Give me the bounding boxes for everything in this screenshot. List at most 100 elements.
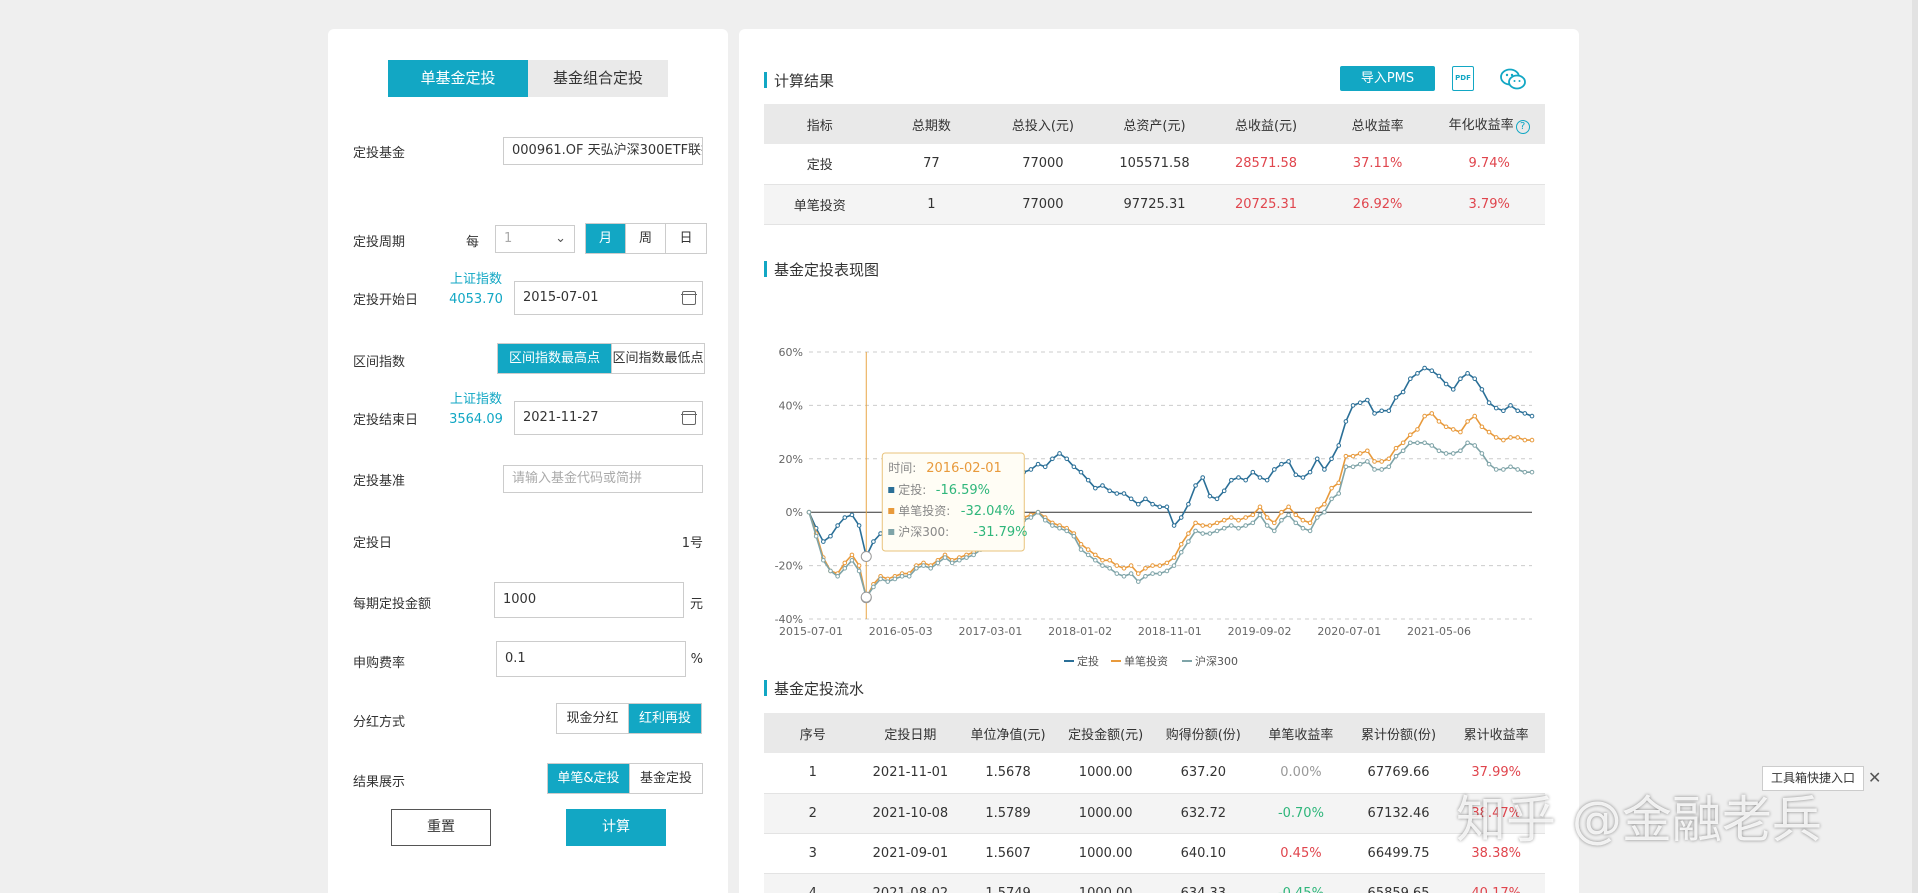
flow-cell: 1000.00 bbox=[1078, 765, 1133, 781]
data-point bbox=[1393, 445, 1399, 451]
data-point bbox=[1314, 507, 1320, 512]
dca-only-button[interactable]: 基金定投 bbox=[630, 764, 702, 793]
table-row: 3 2021-09-01 1.5607 1000.00 640.10 0.45% 66499… bbox=[764, 833, 1545, 873]
reinvest-dividend-button[interactable]: 红利再投 bbox=[629, 704, 701, 733]
wechat-icon[interactable] bbox=[1499, 67, 1527, 91]
data-point bbox=[942, 555, 948, 560]
data-point bbox=[1042, 517, 1048, 523]
invest-day-value[interactable]: 1号 bbox=[682, 532, 703, 551]
toolbox-shortcut[interactable]: 工具箱快捷入口 bbox=[1762, 766, 1864, 791]
data-point bbox=[1436, 419, 1442, 424]
data-point bbox=[871, 539, 876, 544]
pdf-icon[interactable]: PDF bbox=[1452, 66, 1474, 91]
flow-cell: 67769.66 bbox=[1367, 765, 1430, 781]
start-date-input[interactable]: 2015-07-01 bbox=[514, 281, 703, 315]
data-point bbox=[1415, 371, 1420, 376]
data-point bbox=[1264, 515, 1270, 520]
help-icon[interactable]: ? bbox=[1515, 120, 1530, 134]
flow-header-cell: 单笔收益率 bbox=[1252, 713, 1350, 753]
cash-dividend-button[interactable]: 现金分红 bbox=[557, 704, 629, 733]
benchmark-input[interactable]: 请输入基金代码或简拼 bbox=[503, 465, 703, 493]
data-point bbox=[1400, 448, 1406, 454]
data-point bbox=[892, 576, 898, 582]
data-point bbox=[1307, 469, 1313, 475]
flow-cell: 1.5789 bbox=[959, 793, 1057, 833]
data-point bbox=[1486, 400, 1492, 406]
data-point bbox=[1121, 573, 1127, 579]
tooltip-swatch bbox=[888, 529, 895, 535]
tooltip-series-name: 定投: bbox=[898, 482, 926, 497]
data-point bbox=[1257, 504, 1263, 510]
data-point bbox=[1357, 461, 1363, 467]
tab-fund-portfolio[interactable]: 基金组合定投 bbox=[528, 60, 668, 97]
data-point bbox=[1085, 477, 1091, 483]
range-high-button[interactable]: 区间指数最高点 bbox=[498, 344, 612, 373]
start-date-value: 2015-07-01 bbox=[523, 290, 599, 305]
close-icon[interactable]: ✕ bbox=[1868, 768, 1881, 787]
calendar-icon[interactable] bbox=[681, 411, 697, 425]
period-month-button[interactable]: 月 bbox=[586, 224, 626, 253]
data-point bbox=[1064, 528, 1070, 534]
flow-header-cell: 累计收益率 bbox=[1447, 713, 1545, 753]
data-point bbox=[1350, 403, 1356, 408]
data-point bbox=[906, 573, 912, 579]
flow-cell: 3 bbox=[808, 845, 817, 861]
reset-button[interactable]: 重置 bbox=[391, 809, 491, 846]
fee-input[interactable]: 0.1 bbox=[496, 641, 686, 677]
period-day-button[interactable]: 日 bbox=[666, 224, 706, 253]
fund-input[interactable]: 000961.OF 天弘沪深300ETF联接A bbox=[503, 137, 703, 165]
end-date-row: 定投结束日 上证指数 3564.09 2021-11-27 bbox=[353, 390, 703, 438]
data-point bbox=[1057, 525, 1062, 531]
data-point bbox=[1035, 509, 1041, 515]
flow-cell: 1000.00 bbox=[1078, 845, 1133, 861]
flow-header-cell: 定投金额(元) bbox=[1056, 713, 1155, 753]
result-header-cell: 总收益(元) bbox=[1210, 104, 1322, 144]
table-row: 1 2021-11-01 1.5678 1000.00 637.20 0.00% 67769… bbox=[764, 753, 1545, 793]
data-point bbox=[964, 555, 969, 560]
end-date-input[interactable]: 2021-11-27 bbox=[514, 401, 703, 435]
benchmark-label: 定投基准 bbox=[353, 474, 406, 489]
result-header-cell: 指标 bbox=[764, 104, 876, 144]
invest-day-label: 定投日 bbox=[353, 536, 393, 551]
calculator-form-panel: 单基金定投 基金组合定投 定投基金 000961.OF 天弘沪深300ETF联接… bbox=[328, 29, 728, 893]
import-pms-button[interactable]: 导入PMS bbox=[1340, 66, 1435, 91]
data-point bbox=[1164, 504, 1170, 510]
flow-cell: 2021-08-02 bbox=[861, 873, 960, 893]
end-index-name[interactable]: 上证指数 bbox=[446, 390, 506, 410]
result-cell: 单笔投资 bbox=[764, 184, 876, 224]
page-scrollbar[interactable] bbox=[1912, 0, 1918, 893]
period-number-select[interactable]: 1 ⌄ bbox=[495, 225, 575, 253]
start-index-name[interactable]: 上证指数 bbox=[446, 270, 506, 290]
range-low-button[interactable]: 区间指数最低点 bbox=[612, 344, 704, 373]
data-point bbox=[1257, 512, 1263, 518]
data-point bbox=[1443, 381, 1449, 387]
data-point bbox=[1386, 456, 1392, 462]
period-week-button[interactable]: 周 bbox=[626, 224, 666, 253]
dividend-label: 分红方式 bbox=[353, 715, 406, 730]
data-point bbox=[1472, 376, 1478, 381]
data-point bbox=[849, 552, 855, 558]
data-point bbox=[1193, 520, 1198, 526]
amount-input[interactable]: 1000 bbox=[494, 582, 684, 618]
single-and-dca-button[interactable]: 单笔&定投 bbox=[548, 764, 630, 793]
data-point bbox=[1350, 464, 1356, 470]
data-point bbox=[1422, 365, 1427, 371]
y-tick-label: 60% bbox=[779, 346, 803, 359]
calculate-button[interactable]: 计算 bbox=[566, 809, 666, 846]
mode-tabs: 单基金定投 基金组合定投 bbox=[388, 60, 668, 97]
data-point bbox=[856, 563, 862, 568]
period-unit-toggle: 月 周 日 bbox=[585, 223, 707, 254]
data-point bbox=[1300, 525, 1306, 531]
period-number-value: 1 bbox=[504, 231, 513, 246]
dividend-row: 分红方式 现金分红 红利再投 bbox=[353, 702, 703, 736]
calendar-icon[interactable] bbox=[681, 291, 697, 305]
data-point bbox=[1515, 467, 1520, 472]
flow-cell: 66499.75 bbox=[1367, 845, 1430, 861]
data-point bbox=[1128, 563, 1134, 568]
data-point bbox=[971, 552, 976, 558]
tooltip-series-value: -31.79% bbox=[973, 525, 1027, 540]
data-point bbox=[1200, 523, 1206, 528]
tab-single-fund[interactable]: 单基金定投 bbox=[388, 60, 528, 97]
data-point bbox=[1143, 565, 1148, 571]
data-point bbox=[1379, 467, 1384, 472]
